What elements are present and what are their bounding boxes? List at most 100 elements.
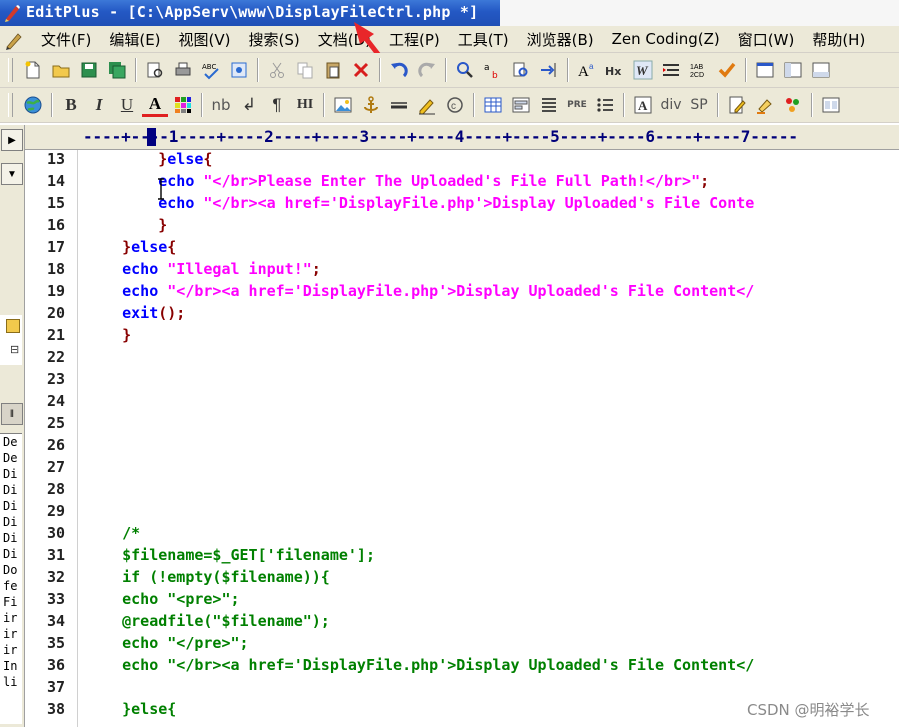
code-line[interactable]: $filename=$_GET['filename'];: [86, 546, 375, 564]
edit-document-icon[interactable]: [724, 92, 750, 118]
edit-pen-icon[interactable]: [414, 92, 440, 118]
file-list-item[interactable]: fe: [0, 578, 22, 594]
heading-button[interactable]: HI: [292, 92, 318, 118]
pre-button[interactable]: PRE: [564, 92, 590, 118]
undo-icon[interactable]: [386, 57, 412, 83]
file-list-item[interactable]: Di: [0, 466, 22, 482]
directory-tree[interactable]: ⊟: [0, 315, 22, 365]
menu-item[interactable]: 编辑(E): [100, 29, 169, 50]
file-list-item[interactable]: Do: [0, 562, 22, 578]
color-palette-icon[interactable]: [170, 92, 196, 118]
file-list-item[interactable]: Di: [0, 514, 22, 530]
file-list-item[interactable]: li: [0, 674, 22, 690]
menu-item[interactable]: 工程(P): [380, 29, 449, 50]
copyright-icon[interactable]: c: [442, 92, 468, 118]
window-split-icon[interactable]: [780, 57, 806, 83]
find-icon[interactable]: [452, 57, 478, 83]
span-button[interactable]: SP: [686, 92, 712, 118]
code-line[interactable]: /*: [86, 524, 140, 542]
print-icon[interactable]: [170, 57, 196, 83]
code-line[interactable]: exit();: [86, 304, 185, 322]
paste-icon[interactable]: [320, 57, 346, 83]
file-list-item[interactable]: Fi: [0, 594, 22, 610]
code-line[interactable]: echo "</br><a href='DisplayFile.php'>Dis…: [86, 282, 754, 300]
bold-button[interactable]: B: [58, 92, 84, 118]
indent-icon[interactable]: [658, 57, 684, 83]
code-line[interactable]: }else{: [86, 700, 176, 718]
browser-view-icon[interactable]: [226, 57, 252, 83]
file-list-item[interactable]: Di: [0, 530, 22, 546]
menu-item[interactable]: 文件(F): [32, 29, 100, 50]
panel-dropdown-icon[interactable]: ▼: [1, 163, 23, 185]
menu-item[interactable]: 帮助(H): [803, 29, 874, 50]
code-line[interactable]: }else{: [86, 150, 212, 168]
font-color-button[interactable]: A: [142, 94, 168, 117]
file-list[interactable]: De De Di Di Di Di Di Di Do fe Fi ir ir ir In li: [0, 433, 22, 724]
code-line[interactable]: echo "</br><a href='DisplayFile.php'>Dis…: [86, 194, 754, 212]
output-window-icon[interactable]: [808, 57, 834, 83]
line-break-button[interactable]: ↲: [236, 92, 262, 118]
menu-item[interactable]: 窗口(W): [729, 29, 804, 50]
table-icon[interactable]: [480, 92, 506, 118]
window-layout-icon[interactable]: [818, 92, 844, 118]
menu-item[interactable]: Zen Coding(Z): [603, 30, 729, 48]
replace-icon[interactable]: ab: [480, 57, 506, 83]
code-line[interactable]: echo "<pre>";: [86, 590, 239, 608]
italic-button[interactable]: I: [86, 92, 112, 118]
file-list-item[interactable]: ir: [0, 626, 22, 642]
file-list-item[interactable]: Di: [0, 498, 22, 514]
file-list-item[interactable]: ir: [0, 642, 22, 658]
bullet-list-icon[interactable]: [592, 92, 618, 118]
menu-item[interactable]: 工具(T): [449, 29, 518, 50]
find-in-files-icon[interactable]: [508, 57, 534, 83]
menu-item[interactable]: 浏览器(B): [518, 29, 603, 50]
splitter-handle-icon[interactable]: ‖: [1, 403, 23, 425]
form-icon[interactable]: [508, 92, 534, 118]
toolbar-grip[interactable]: [8, 93, 13, 117]
file-list-item[interactable]: In: [0, 658, 22, 674]
code-line[interactable]: echo "Illegal input!";: [86, 260, 321, 278]
menu-item[interactable]: 文档(D): [309, 29, 380, 50]
redo-icon[interactable]: [414, 57, 440, 83]
div-button[interactable]: div: [658, 92, 684, 118]
code-line[interactable]: }else{: [86, 238, 176, 256]
code-line[interactable]: }: [86, 326, 131, 344]
globe-icon[interactable]: [20, 92, 46, 118]
anchor-icon[interactable]: [358, 92, 384, 118]
font-icon[interactable]: Aa: [574, 57, 600, 83]
image-icon[interactable]: [330, 92, 356, 118]
highlight-icon[interactable]: [752, 92, 778, 118]
code-line[interactable]: }: [86, 216, 167, 234]
goto-line-icon[interactable]: [536, 57, 562, 83]
delete-icon[interactable]: [348, 57, 374, 83]
nbsp-button[interactable]: nb: [208, 92, 234, 118]
save-all-icon[interactable]: [104, 57, 130, 83]
title-bar[interactable]: EditPlus - [C:\AppServ\www\DisplayFileCt…: [0, 0, 899, 26]
code-line[interactable]: if (!empty($filename)){: [86, 568, 330, 586]
spell-check-icon[interactable]: ABC: [198, 57, 224, 83]
copy-icon[interactable]: [292, 57, 318, 83]
word-wrap-icon[interactable]: W: [630, 57, 656, 83]
panel-expand-icon[interactable]: ▶: [1, 129, 23, 151]
save-icon[interactable]: [76, 57, 102, 83]
menu-item[interactable]: 搜索(S): [240, 29, 309, 50]
color-tools-icon[interactable]: [780, 92, 806, 118]
checkmark-icon[interactable]: [714, 57, 740, 83]
open-folder-icon[interactable]: [48, 57, 74, 83]
toolbar-grip[interactable]: [8, 58, 13, 82]
code-editor[interactable]: 13 14 15 16 17 18 19 20 21 22 23 24 25 26 27 28 29 30 31 32…: [25, 150, 899, 727]
window-layout-icon[interactable]: [752, 57, 778, 83]
file-list-item[interactable]: ir: [0, 610, 22, 626]
new-file-icon[interactable]: [20, 57, 46, 83]
tree-expander-icon[interactable]: ⊟: [10, 343, 19, 356]
code-line[interactable]: echo "</br>Please Enter The Uploaded's F…: [86, 172, 709, 190]
code-line[interactable]: echo "</pre>";: [86, 634, 248, 652]
file-list-item[interactable]: Di: [0, 546, 22, 562]
cut-icon[interactable]: [264, 57, 290, 83]
list-icon[interactable]: [536, 92, 562, 118]
underline-button[interactable]: U: [114, 92, 140, 118]
paragraph-button[interactable]: ¶: [264, 92, 290, 118]
horizontal-rule-icon[interactable]: [386, 92, 412, 118]
text-block-icon[interactable]: A: [630, 92, 656, 118]
print-preview-icon[interactable]: [142, 57, 168, 83]
